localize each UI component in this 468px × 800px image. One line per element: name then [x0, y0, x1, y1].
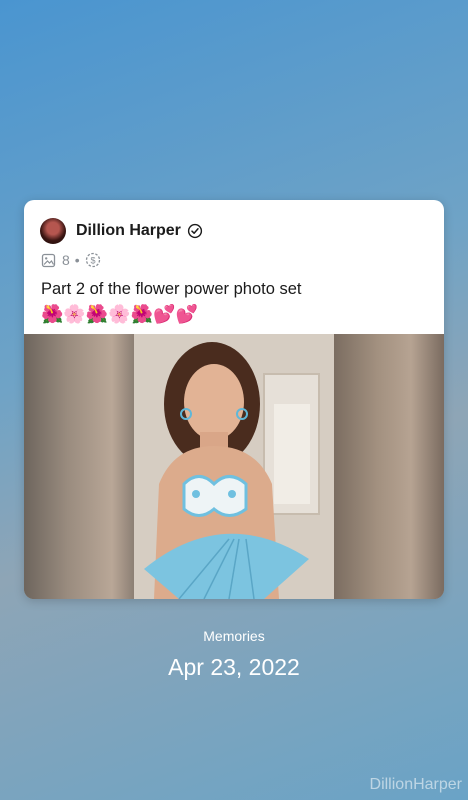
post-caption: Part 2 of the flower power photo set [41, 280, 302, 298]
media-count: 8 [62, 252, 70, 268]
meta-separator: • [74, 252, 80, 268]
memories-date: Apr 23, 2022 [168, 654, 300, 680]
image-icon [41, 253, 56, 267]
dollar-coin-icon: $ [85, 252, 100, 268]
avatar[interactable] [40, 218, 66, 244]
photo-illustration [134, 334, 334, 599]
media-blur-right [334, 334, 444, 599]
watermark: DillionHarper [369, 776, 462, 793]
post-photo[interactable] [134, 334, 334, 599]
verified-badge-icon [187, 223, 203, 239]
post-media[interactable] [24, 334, 444, 599]
post-meta: 8 • $ [41, 252, 101, 268]
author-name[interactable]: Dillion Harper [76, 222, 181, 240]
post-header: Dillion Harper [40, 216, 203, 246]
post-emojis: 🌺🌸🌺🌸🌺💕💕 [41, 304, 198, 324]
post-card[interactable]: Dillion Harper 8 • $ Part 2 of the flowe… [24, 200, 444, 599]
memories-label: Memories [203, 628, 265, 644]
media-blur-left [24, 334, 134, 599]
svg-text:$: $ [90, 256, 95, 266]
